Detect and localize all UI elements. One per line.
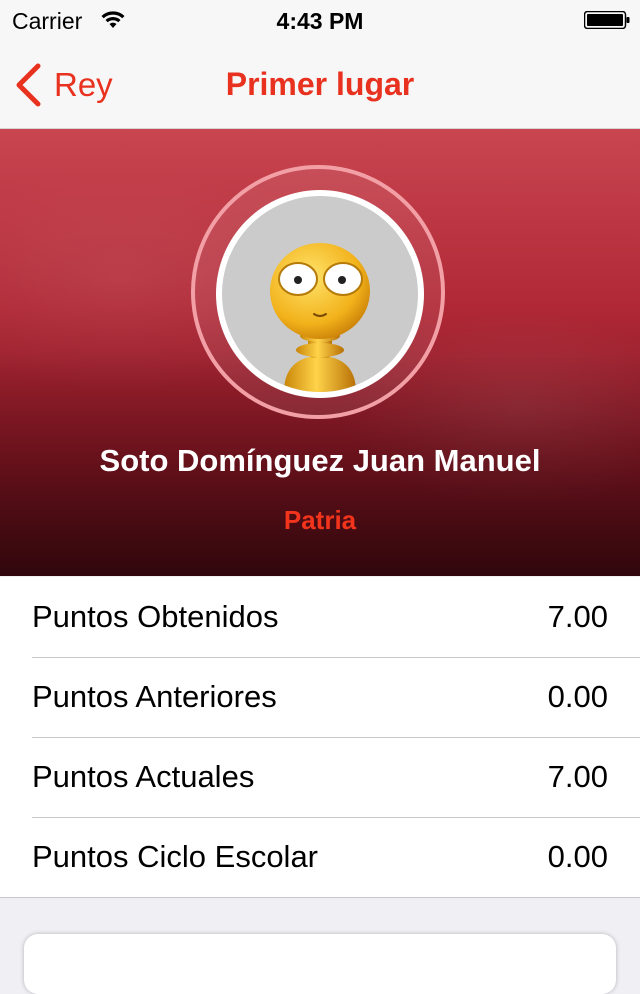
profile-header: Soto Domínguez Juan Manuel Patria bbox=[0, 129, 640, 576]
table-row: Puntos Obtenidos 7.00 bbox=[0, 577, 640, 657]
row-value: 7.00 bbox=[547, 599, 608, 634]
row-label: Puntos Ciclo Escolar bbox=[32, 839, 319, 874]
row-label: Puntos Anteriores bbox=[32, 679, 277, 714]
team-name: Patria bbox=[283, 505, 357, 535]
row-label: Puntos Actuales bbox=[32, 759, 255, 794]
row-label: Puntos Obtenidos bbox=[32, 599, 279, 634]
table-row: Puntos Actuales 7.00 bbox=[0, 737, 640, 817]
bottom-card bbox=[24, 934, 616, 994]
status-bar: Carrier 4:43 PM bbox=[0, 0, 640, 40]
page-title: Primer lugar bbox=[225, 66, 415, 102]
row-value: 7.00 bbox=[547, 759, 608, 794]
row-value: 0.00 bbox=[547, 679, 608, 714]
table-row: Puntos Anteriores 0.00 bbox=[0, 657, 640, 737]
status-time: 4:43 PM bbox=[276, 8, 364, 34]
chess-pawn-character-icon bbox=[270, 243, 370, 392]
points-table: Puntos Obtenidos 7.00 Puntos Anteriores … bbox=[0, 577, 640, 898]
row-value: 0.00 bbox=[547, 839, 608, 874]
player-name: Soto Domínguez Juan Manuel bbox=[99, 443, 541, 478]
table-row: Puntos Ciclo Escolar 0.00 bbox=[0, 817, 640, 897]
avatar bbox=[222, 196, 418, 392]
battery-icon bbox=[584, 11, 630, 29]
navigation-bar: Rey Primer lugar bbox=[0, 40, 640, 129]
